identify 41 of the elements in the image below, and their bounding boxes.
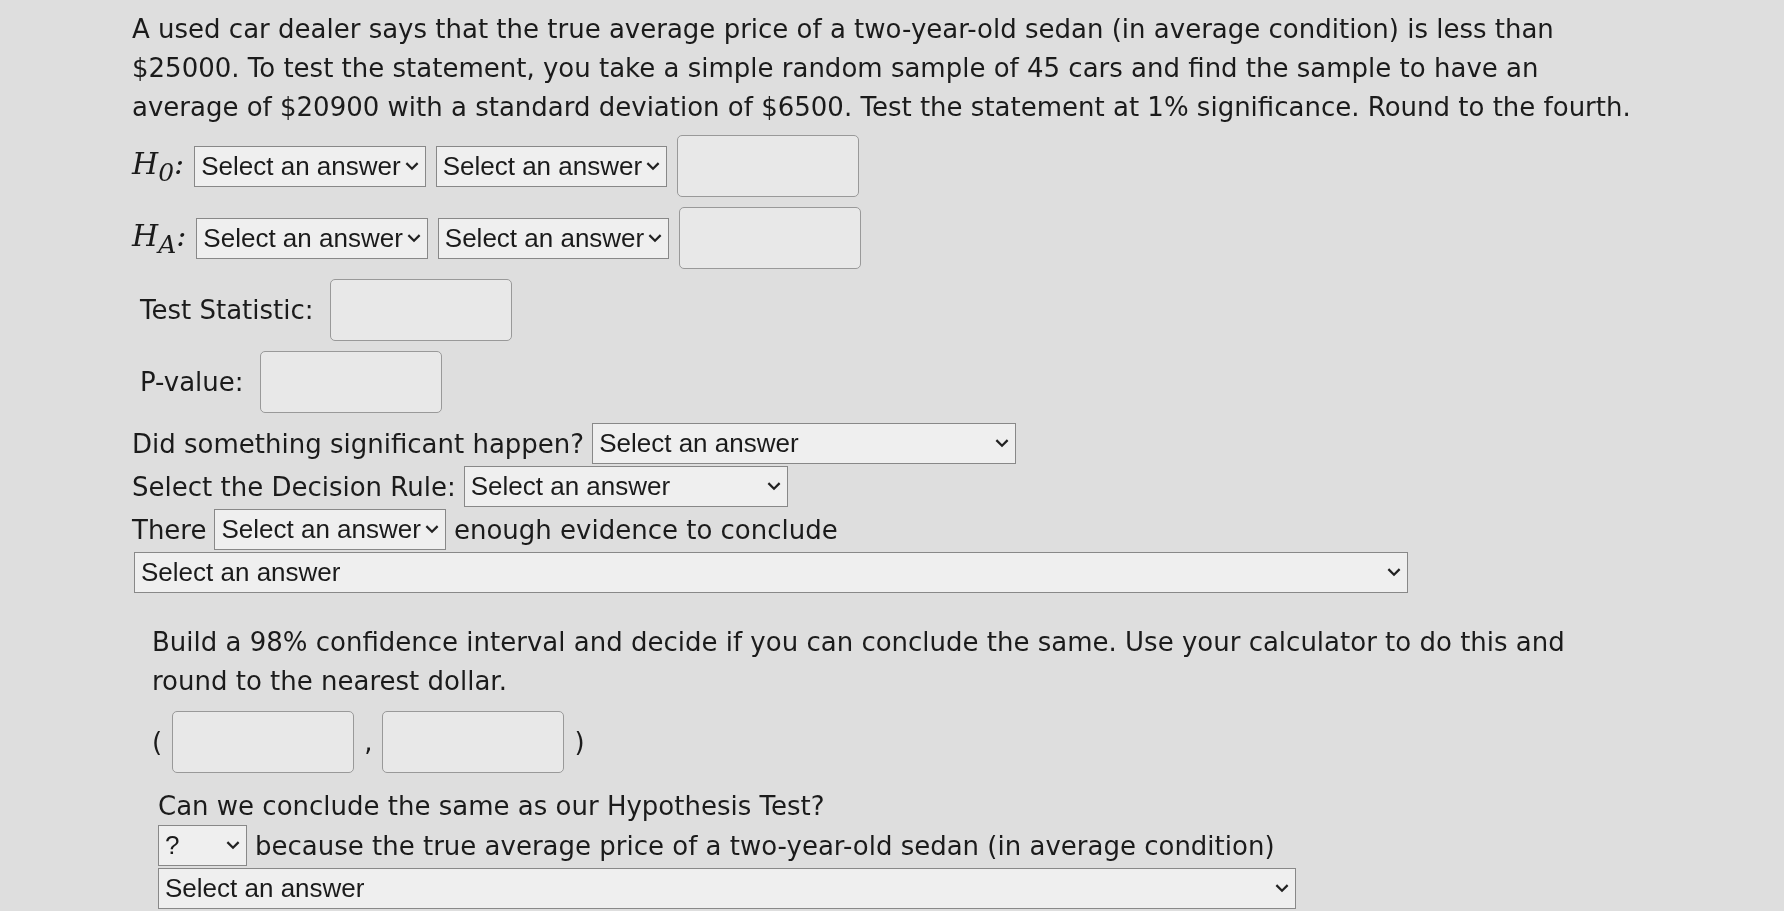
conclusion-text: There (132, 514, 207, 545)
answer-dropdown[interactable]: Select an answer (194, 145, 426, 187)
question-text: A used car dealer says that the true average price of a two-year-old sedan (in average condition) is less than $25000. To test the statement, you take a simple random sample of 45 cars and find the sample to have an average of $20900 with a standard deviation of $6500. Test the statement at 1% significance. Round to the fourth. (132, 13, 1632, 124)
hypothesis-label: H$_{0}$: (132, 145, 185, 187)
caret-icon (766, 482, 781, 491)
caret-icon (648, 233, 663, 243)
reason-text: because the true average price of a two-year-old sedan (in average condition) (255, 830, 1275, 861)
p-value-label: P-value: (139, 367, 244, 397)
significance-label: Did something significant happen? (132, 428, 585, 459)
answer-dropdown[interactable]: Select an answer (463, 466, 788, 507)
answer-dropdown[interactable]: ? (158, 825, 247, 866)
hypothesis-label: H$_{A}$: (132, 217, 187, 259)
input-field[interactable] (382, 711, 565, 773)
comma: , (364, 727, 373, 757)
instruction-text: Build a 98% confidence interval and decide if you can conclude the same. Use your calculator to do this and round to the nearest dollar. (151, 626, 1566, 698)
test-statistic-label: Test Statistic: (139, 295, 314, 325)
input-field[interactable] (259, 351, 442, 413)
caret-icon (406, 233, 421, 243)
caret-icon (1275, 884, 1289, 893)
decision-rule-label: Select the Decision Rule: (132, 471, 456, 502)
answer-dropdown[interactable]: Select an answer (435, 145, 668, 187)
answer-dropdown[interactable]: Select an answer (158, 868, 1296, 909)
close-parenthesis: ) (574, 727, 585, 757)
answer-dropdown[interactable]: Select an answer (196, 217, 428, 259)
open-parenthesis: ( (152, 727, 163, 757)
input-field[interactable] (677, 135, 860, 197)
caret-icon (995, 439, 1010, 448)
caret-icon (424, 525, 439, 534)
input-field[interactable] (679, 207, 862, 269)
caret-icon (646, 161, 661, 171)
answer-dropdown[interactable]: Select an answer (134, 552, 1408, 593)
caret-icon (226, 841, 240, 850)
input-field[interactable] (172, 711, 355, 773)
answer-dropdown[interactable]: Select an answer (592, 423, 1017, 464)
caret-icon (1387, 568, 1401, 577)
question-text: Can we conclude the same as our Hypothesis Test? (157, 791, 826, 821)
caret-icon (404, 161, 419, 171)
input-field[interactable] (329, 279, 512, 341)
answer-dropdown[interactable]: Select an answer (437, 217, 670, 259)
answer-dropdown[interactable]: Select an answer (214, 509, 446, 550)
conclusion-text: enough evidence to conclude (453, 514, 838, 545)
